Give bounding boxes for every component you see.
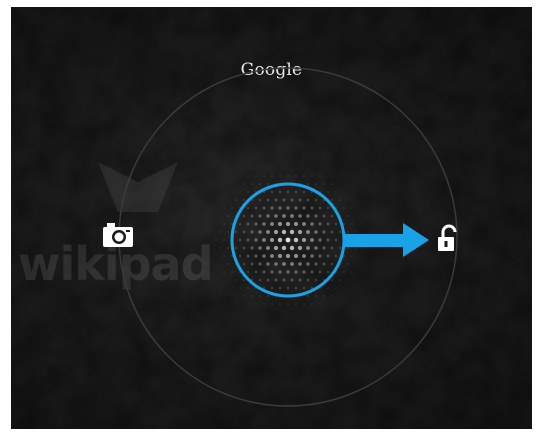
unlock-icon[interactable] [438,224,457,251]
arrow-right-icon [345,223,429,257]
lock-screen: wikipad Google [11,7,532,429]
handle-dot-pattern [215,175,361,305]
camera-icon[interactable] [103,223,133,247]
